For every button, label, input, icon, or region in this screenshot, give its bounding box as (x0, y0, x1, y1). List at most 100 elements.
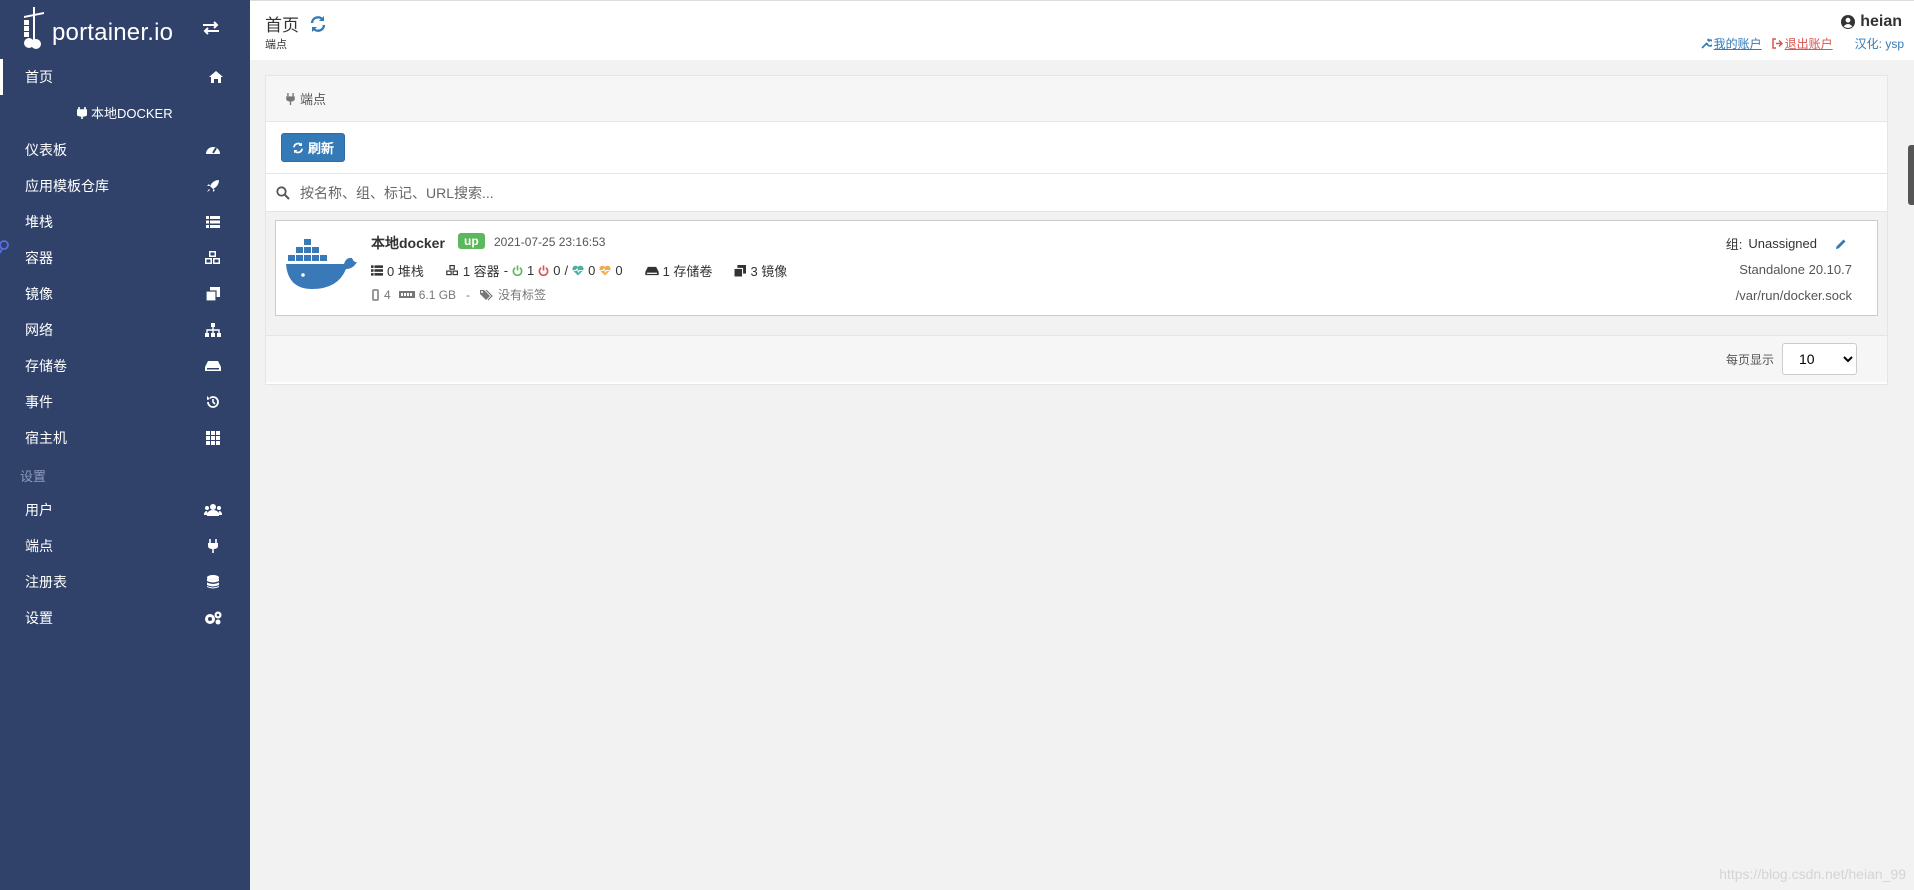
sidebar-item-images[interactable]: 镜像 (0, 276, 250, 312)
sidebar-item-label: 设置 (25, 610, 53, 626)
sidebar-item-registries[interactable]: 注册表 (0, 564, 250, 600)
refresh-button[interactable]: 刷新 (281, 133, 346, 162)
brand: portainer.io (0, 0, 250, 56)
portainer-logo[interactable]: portainer.io (22, 7, 173, 49)
clone-icon (204, 287, 222, 301)
endpoint-group: 组: Unassigned (1726, 234, 1847, 253)
th-icon (204, 431, 222, 445)
sidebar-item-label: 首页 (25, 69, 53, 85)
sidebar-item-host[interactable]: 宿主机 (0, 420, 250, 456)
endpoint-header: 本地DOCKER (0, 99, 250, 129)
endpoint-timestamp: 2021-07-25 23:16:53 (494, 235, 606, 249)
th-list-icon (371, 265, 383, 276)
hdd-icon (204, 359, 222, 373)
sitemap-icon (204, 323, 222, 337)
volumes-count: 1 存储卷 (662, 264, 713, 279)
database-icon (204, 575, 222, 589)
cogs-icon (204, 611, 222, 625)
sidebar-item-label: 仪表板 (25, 142, 67, 158)
endpoints-panel: 端点 刷新 本地docker up 2021-07-25 23:16:53 (265, 75, 1888, 385)
edit-pencil-icon[interactable] (1835, 238, 1847, 250)
settings-section-title: 设置 (20, 469, 47, 484)
images-count: 3 镜像 (750, 264, 788, 279)
page-size-label: 每页显示 (1725, 352, 1774, 367)
refresh-button-label: 刷新 (308, 141, 335, 156)
page-size-select[interactable]: 10 (1782, 343, 1857, 375)
endpoint-card[interactable]: 本地docker up 2021-07-25 23:16:53 0 堆栈 1 容… (275, 220, 1878, 316)
history-icon (204, 395, 222, 409)
sidebar-item-settings[interactable]: 设置 (0, 600, 250, 636)
sidebar-item-users[interactable]: 用户 (0, 492, 250, 528)
sidebar-item-label: 注册表 (25, 574, 67, 590)
sidebar-item-label: 事件 (25, 394, 53, 410)
sidebar-item-label: 宿主机 (25, 430, 67, 446)
refresh-icon (293, 142, 303, 153)
page-header: 首页 端点 heian 我的账户 退出账户 汉化: ysp (250, 0, 1914, 60)
cpu-icon (372, 288, 379, 301)
group-label: 组: (1725, 237, 1743, 252)
sidebar-item-label: 应用模板仓库 (25, 178, 109, 194)
sign-out-icon (1771, 38, 1783, 49)
scrollbar-thumb[interactable] (1908, 145, 1914, 205)
sidebar-item-label: 存储卷 (25, 358, 67, 374)
rocket-icon (204, 179, 222, 193)
translation-credit: 汉化: ysp (1854, 37, 1904, 51)
users-icon (204, 503, 222, 517)
refresh-icon[interactable] (309, 15, 327, 33)
sidebar-item-endpoints[interactable]: 端点 (0, 528, 250, 564)
healthy-count: 0 (588, 263, 596, 278)
sidebar-item-volumes[interactable]: 存储卷 (0, 348, 250, 384)
cubes-icon (446, 265, 458, 276)
pagination-controls: 每页显示 10 (266, 336, 1887, 382)
my-account-link[interactable]: 我的账户 (1701, 35, 1762, 52)
user-menu: heian (1841, 13, 1902, 31)
sidebar-item-events[interactable]: 事件 (0, 384, 250, 420)
plug-icon (76, 107, 89, 119)
search-input[interactable] (300, 184, 900, 201)
panel-title: 端点 (300, 92, 327, 107)
endpoint-meta: 4 6.1 GB - 没有标签 (371, 286, 546, 303)
sidebar-item-containers[interactable]: 容器 (0, 240, 250, 276)
group-name: Unassigned (1748, 236, 1817, 251)
sidebar-item-app-templates[interactable]: 应用模板仓库 (0, 168, 250, 204)
running-count: 1 (527, 263, 535, 278)
endpoint-stats: 0 堆栈 1 容器 - 1 0 / 0 0 1 存储卷 3 镜像 (371, 261, 787, 280)
panel-header: 端点 (266, 76, 1887, 122)
username: heian (1860, 13, 1902, 30)
status-badge: up (458, 233, 485, 249)
stopped-count: 0 (553, 263, 561, 278)
heartbeat-warning-icon (599, 265, 611, 276)
stacks-count: 0 堆栈 (387, 264, 424, 279)
search-icon (276, 185, 290, 200)
plug-icon (204, 539, 222, 553)
tags-icon (480, 289, 493, 300)
my-account-label: 我的账户 (1713, 37, 1762, 51)
cubes-icon (204, 251, 222, 265)
sidebar: portainer.io 首页 本地DOCKER 仪表板 应用模板仓库 堆栈 容… (0, 0, 250, 890)
wrench-icon (1701, 38, 1712, 49)
sidebar-item-label: 用户 (25, 502, 53, 518)
memory-size: 6.1 GB (418, 287, 457, 302)
sidebar-item-label: 容器 (25, 250, 53, 266)
th-list-icon (204, 215, 222, 229)
cpu-count: 4 (384, 287, 391, 302)
sidebar-item-stacks[interactable]: 堆栈 (0, 204, 250, 240)
separator: / (564, 263, 569, 278)
sidebar-item-networks[interactable]: 网络 (0, 312, 250, 348)
pin-icon (0, 240, 9, 254)
power-off-icon (538, 265, 549, 276)
sidebar-item-dashboard[interactable]: 仪表板 (0, 132, 250, 168)
page-title: 首页 (265, 11, 327, 36)
toggle-sidebar-icon[interactable] (202, 20, 220, 39)
heartbeat-icon (572, 265, 584, 276)
watermark: https://blog.csdn.net/heian_99 (1719, 866, 1906, 882)
sidebar-item-label: 堆栈 (25, 214, 53, 230)
hdd-icon (644, 266, 659, 275)
docker-logo-icon (286, 239, 357, 289)
endpoint-version: Standalone 20.10.7 (1739, 262, 1852, 277)
sidebar-item-label: 镜像 (25, 286, 53, 302)
logout-link[interactable]: 退出账户 (1771, 35, 1833, 52)
portainer-logo-icon (24, 7, 44, 49)
endpoint-url: /var/run/docker.sock (1735, 288, 1852, 303)
sidebar-item-home[interactable]: 首页 (0, 59, 250, 95)
